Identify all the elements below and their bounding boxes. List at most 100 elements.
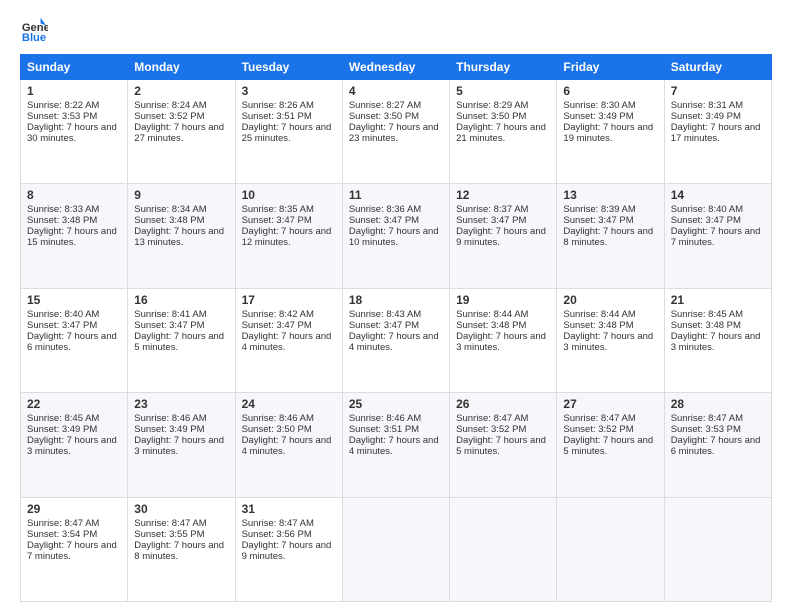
calendar-cell: 22 Sunrise: 8:45 AM Sunset: 3:49 PM Dayl… <box>21 393 128 497</box>
calendar-cell: 28 Sunrise: 8:47 AM Sunset: 3:53 PM Dayl… <box>664 393 771 497</box>
calendar-cell: 13 Sunrise: 8:39 AM Sunset: 3:47 PM Dayl… <box>557 184 664 288</box>
day-of-week-header: Saturday <box>664 55 771 80</box>
calendar-cell: 3 Sunrise: 8:26 AM Sunset: 3:51 PM Dayli… <box>235 80 342 184</box>
sunset-label: Sunset: 3:47 PM <box>134 320 204 331</box>
sunset-label: Sunset: 3:48 PM <box>671 320 741 331</box>
day-of-week-header: Tuesday <box>235 55 342 80</box>
daylight-label: Daylight: 7 hours and 13 minutes. <box>134 226 224 248</box>
day-number: 10 <box>242 188 336 202</box>
sunrise-label: Sunrise: 8:42 AM <box>242 309 314 320</box>
daylight-label: Daylight: 7 hours and 7 minutes. <box>671 226 761 248</box>
calendar-cell: 18 Sunrise: 8:43 AM Sunset: 3:47 PM Dayl… <box>342 288 449 392</box>
day-of-week-header: Thursday <box>450 55 557 80</box>
sunrise-label: Sunrise: 8:35 AM <box>242 204 314 215</box>
day-number: 15 <box>27 293 121 307</box>
page: General Blue SundayMondayTuesdayWednesda… <box>0 0 792 612</box>
sunset-label: Sunset: 3:50 PM <box>456 111 526 122</box>
day-number: 9 <box>134 188 228 202</box>
daylight-label: Daylight: 7 hours and 4 minutes. <box>242 435 332 457</box>
daylight-label: Daylight: 7 hours and 10 minutes. <box>349 226 439 248</box>
sunset-label: Sunset: 3:50 PM <box>242 424 312 435</box>
daylight-label: Daylight: 7 hours and 21 minutes. <box>456 122 546 144</box>
sunset-label: Sunset: 3:47 PM <box>349 215 419 226</box>
sunset-label: Sunset: 3:52 PM <box>456 424 526 435</box>
day-number: 13 <box>563 188 657 202</box>
day-number: 29 <box>27 502 121 516</box>
daylight-label: Daylight: 7 hours and 3 minutes. <box>563 331 653 353</box>
day-number: 20 <box>563 293 657 307</box>
daylight-label: Daylight: 7 hours and 30 minutes. <box>27 122 117 144</box>
daylight-label: Daylight: 7 hours and 3 minutes. <box>456 331 546 353</box>
sunrise-label: Sunrise: 8:45 AM <box>27 413 99 424</box>
daylight-label: Daylight: 7 hours and 7 minutes. <box>27 540 117 562</box>
calendar-cell: 26 Sunrise: 8:47 AM Sunset: 3:52 PM Dayl… <box>450 393 557 497</box>
header: General Blue <box>20 16 772 44</box>
sunset-label: Sunset: 3:47 PM <box>242 215 312 226</box>
calendar-week: 22 Sunrise: 8:45 AM Sunset: 3:49 PM Dayl… <box>21 393 772 497</box>
calendar-week: 1 Sunrise: 8:22 AM Sunset: 3:53 PM Dayli… <box>21 80 772 184</box>
sunrise-label: Sunrise: 8:47 AM <box>456 413 528 424</box>
sunset-label: Sunset: 3:47 PM <box>671 215 741 226</box>
day-number: 16 <box>134 293 228 307</box>
sunrise-label: Sunrise: 8:30 AM <box>563 100 635 111</box>
calendar-cell: 8 Sunrise: 8:33 AM Sunset: 3:48 PM Dayli… <box>21 184 128 288</box>
sunset-label: Sunset: 3:55 PM <box>134 529 204 540</box>
calendar-cell <box>664 497 771 601</box>
daylight-label: Daylight: 7 hours and 4 minutes. <box>242 331 332 353</box>
day-number: 7 <box>671 84 765 98</box>
sunset-label: Sunset: 3:47 PM <box>456 215 526 226</box>
calendar-cell: 4 Sunrise: 8:27 AM Sunset: 3:50 PM Dayli… <box>342 80 449 184</box>
calendar-cell: 7 Sunrise: 8:31 AM Sunset: 3:49 PM Dayli… <box>664 80 771 184</box>
sunset-label: Sunset: 3:52 PM <box>134 111 204 122</box>
sunset-label: Sunset: 3:51 PM <box>242 111 312 122</box>
daylight-label: Daylight: 7 hours and 8 minutes. <box>563 226 653 248</box>
sunrise-label: Sunrise: 8:44 AM <box>563 309 635 320</box>
daylight-label: Daylight: 7 hours and 9 minutes. <box>242 540 332 562</box>
calendar-cell: 25 Sunrise: 8:46 AM Sunset: 3:51 PM Dayl… <box>342 393 449 497</box>
calendar-cell <box>557 497 664 601</box>
daylight-label: Daylight: 7 hours and 3 minutes. <box>671 331 761 353</box>
sunrise-label: Sunrise: 8:40 AM <box>27 309 99 320</box>
calendar-cell: 30 Sunrise: 8:47 AM Sunset: 3:55 PM Dayl… <box>128 497 235 601</box>
daylight-label: Daylight: 7 hours and 4 minutes. <box>349 435 439 457</box>
sunset-label: Sunset: 3:48 PM <box>134 215 204 226</box>
day-number: 19 <box>456 293 550 307</box>
calendar-week: 29 Sunrise: 8:47 AM Sunset: 3:54 PM Dayl… <box>21 497 772 601</box>
daylight-label: Daylight: 7 hours and 27 minutes. <box>134 122 224 144</box>
sunrise-label: Sunrise: 8:47 AM <box>671 413 743 424</box>
sunset-label: Sunset: 3:49 PM <box>27 424 97 435</box>
sunrise-label: Sunrise: 8:47 AM <box>27 518 99 529</box>
day-number: 18 <box>349 293 443 307</box>
logo-icon: General Blue <box>20 16 48 44</box>
day-number: 8 <box>27 188 121 202</box>
sunset-label: Sunset: 3:53 PM <box>671 424 741 435</box>
day-of-week-header: Friday <box>557 55 664 80</box>
day-number: 23 <box>134 397 228 411</box>
calendar-cell <box>342 497 449 601</box>
sunrise-label: Sunrise: 8:46 AM <box>242 413 314 424</box>
calendar-cell: 24 Sunrise: 8:46 AM Sunset: 3:50 PM Dayl… <box>235 393 342 497</box>
sunset-label: Sunset: 3:53 PM <box>27 111 97 122</box>
day-number: 21 <box>671 293 765 307</box>
sunset-label: Sunset: 3:56 PM <box>242 529 312 540</box>
daylight-label: Daylight: 7 hours and 12 minutes. <box>242 226 332 248</box>
calendar-cell: 23 Sunrise: 8:46 AM Sunset: 3:49 PM Dayl… <box>128 393 235 497</box>
sunset-label: Sunset: 3:47 PM <box>349 320 419 331</box>
sunrise-label: Sunrise: 8:33 AM <box>27 204 99 215</box>
calendar-cell: 19 Sunrise: 8:44 AM Sunset: 3:48 PM Dayl… <box>450 288 557 392</box>
day-number: 2 <box>134 84 228 98</box>
calendar-cell: 15 Sunrise: 8:40 AM Sunset: 3:47 PM Dayl… <box>21 288 128 392</box>
daylight-label: Daylight: 7 hours and 6 minutes. <box>27 331 117 353</box>
day-number: 14 <box>671 188 765 202</box>
sunrise-label: Sunrise: 8:47 AM <box>242 518 314 529</box>
sunrise-label: Sunrise: 8:22 AM <box>27 100 99 111</box>
sunrise-label: Sunrise: 8:29 AM <box>456 100 528 111</box>
sunrise-label: Sunrise: 8:40 AM <box>671 204 743 215</box>
logo: General Blue <box>20 16 48 44</box>
day-number: 24 <box>242 397 336 411</box>
day-number: 27 <box>563 397 657 411</box>
day-number: 31 <box>242 502 336 516</box>
day-number: 4 <box>349 84 443 98</box>
day-of-week-header: Wednesday <box>342 55 449 80</box>
day-of-week-header: Monday <box>128 55 235 80</box>
